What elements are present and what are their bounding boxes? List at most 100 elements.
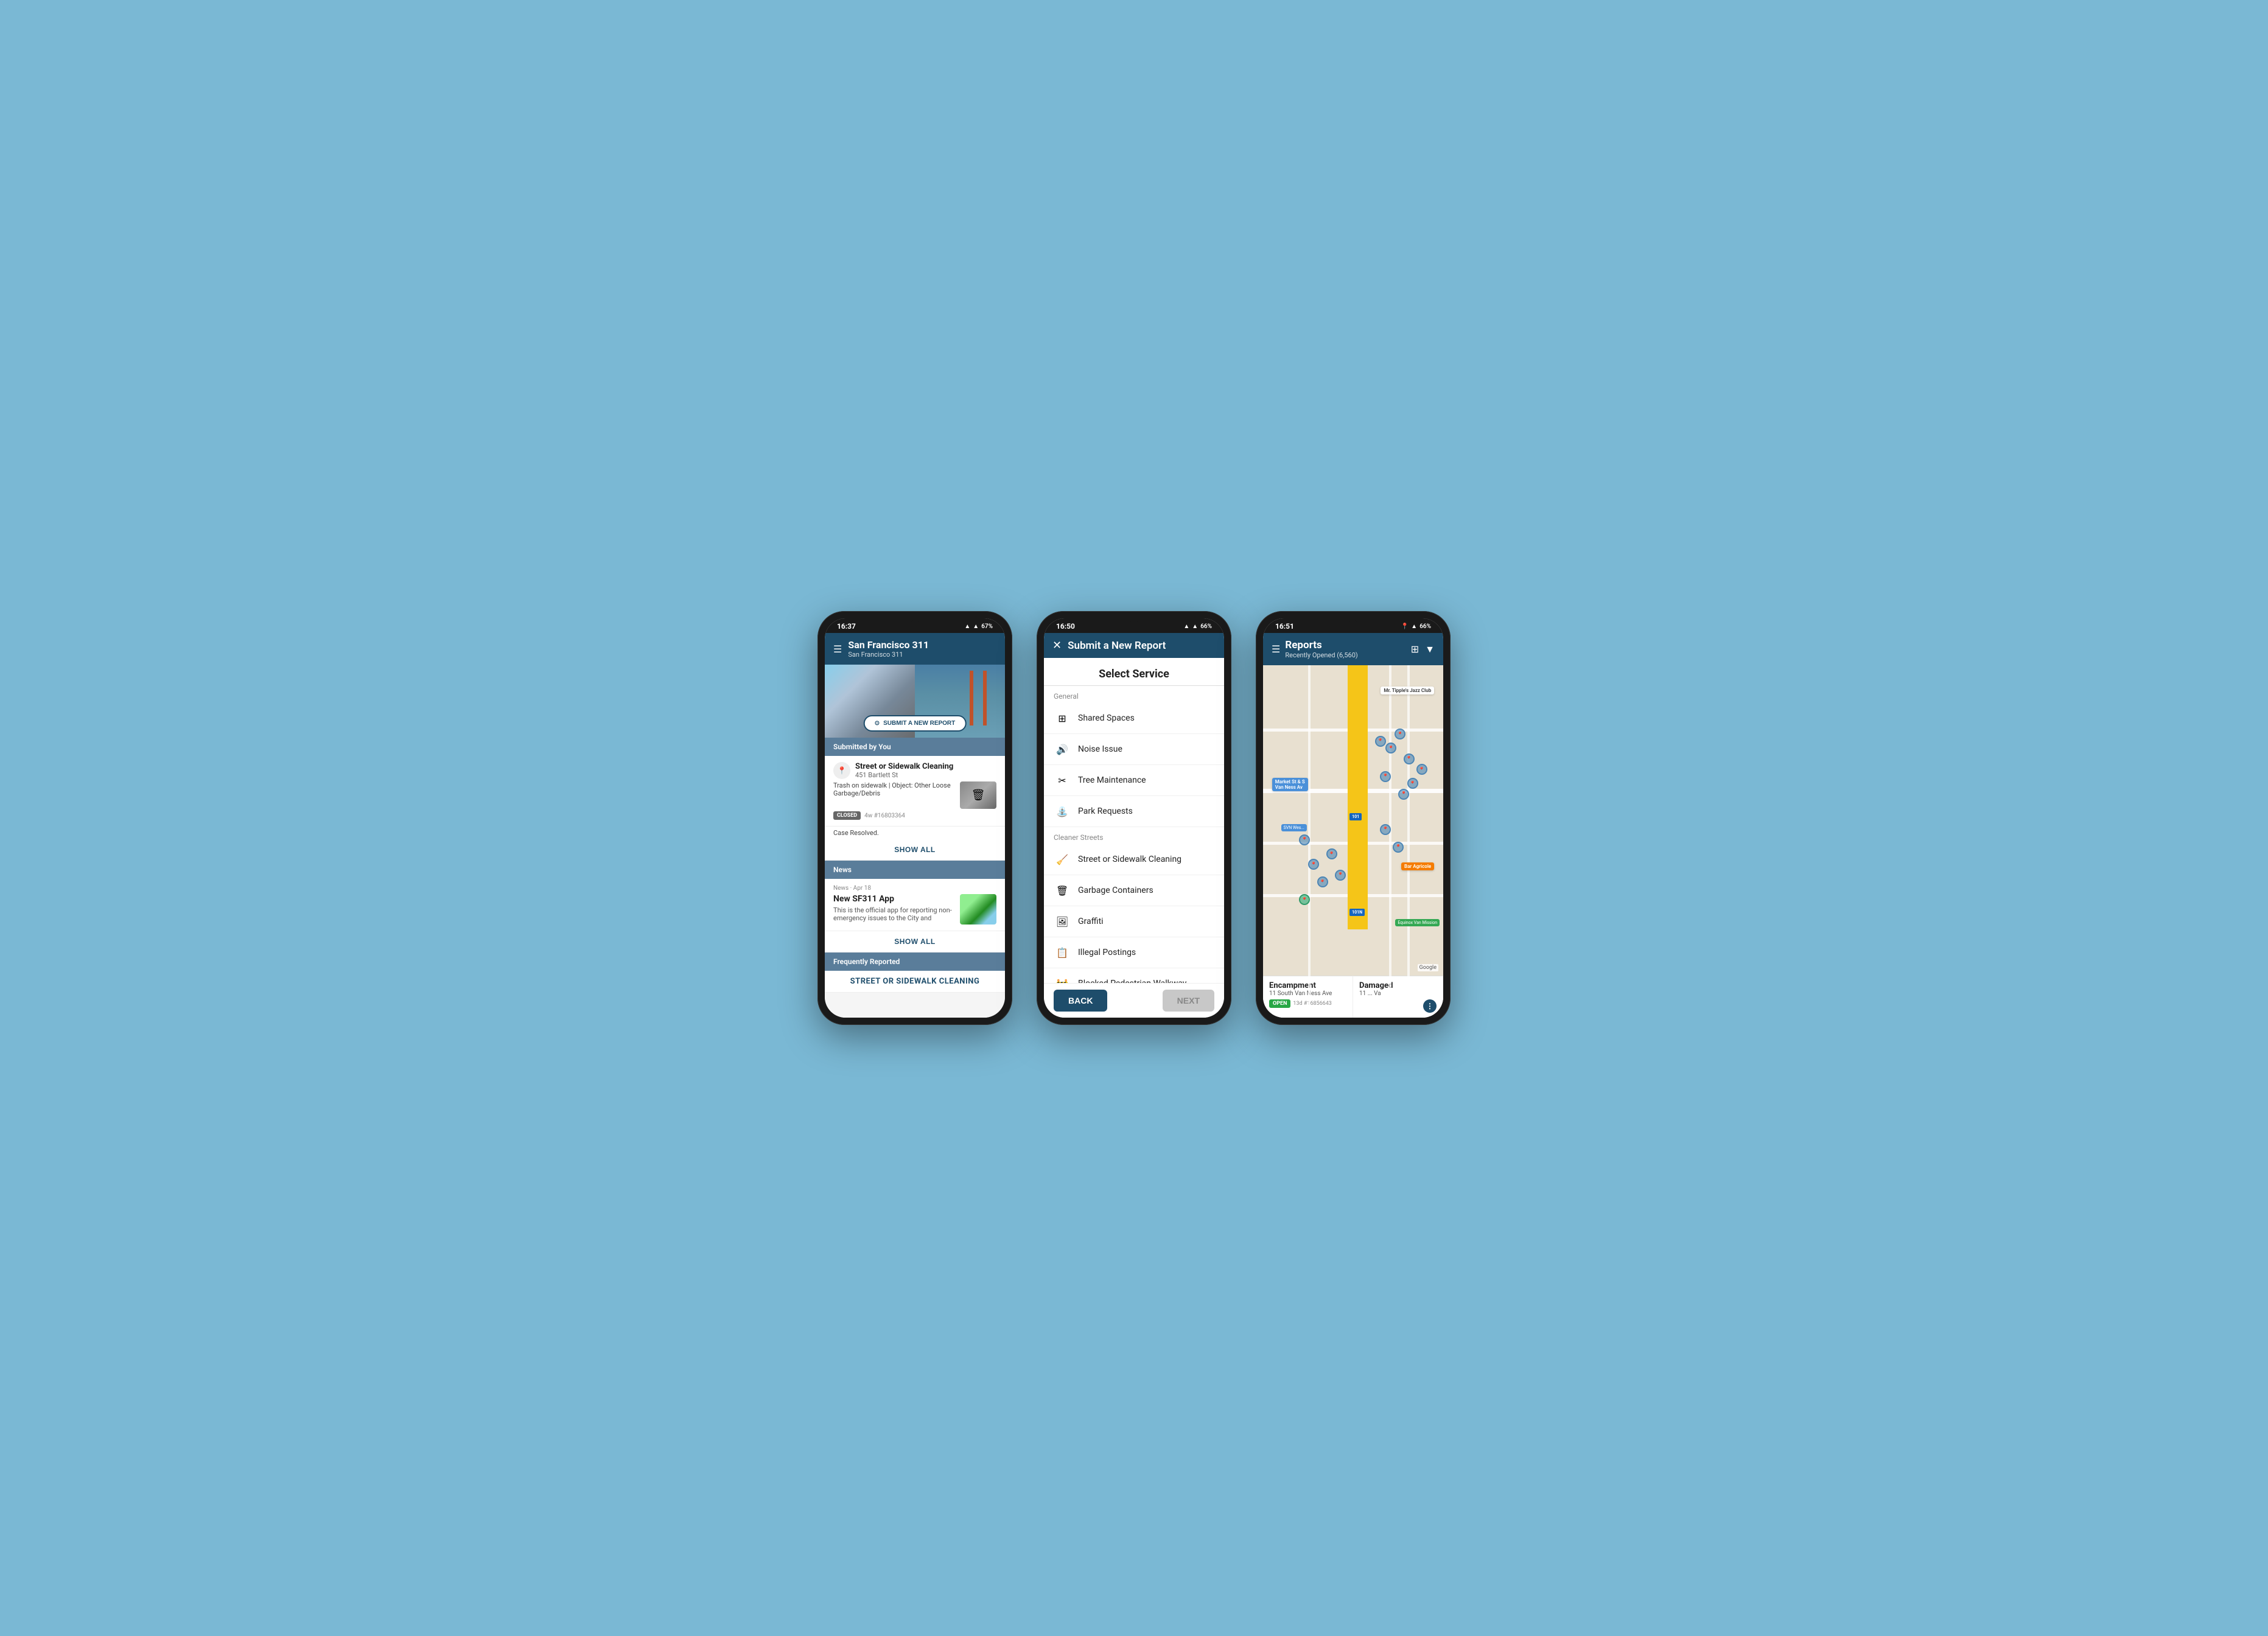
header-icons-3: ⊞ ▼ [1411,643,1435,655]
app-subtitle-1: San Francisco 311 [848,651,929,659]
wifi-icon-2: ▲ [1183,623,1189,630]
map-marker-15[interactable]: 📍 [1393,842,1404,853]
phone-1: 16:37 ▲ ▲ 67% ☰ San Francisco 311 San Fr… [817,611,1012,1025]
market-st-label: Market St & SVan Ness Av [1272,778,1308,791]
status-icons-1: ▲ ▲ 67% [964,623,993,630]
close-icon[interactable]: ✕ [1052,639,1062,652]
graffiti-icon: 🖼 [1054,914,1071,929]
phone2-footer: BACK NEXT [1044,983,1224,1018]
show-all-news-button[interactable]: SHOW ALL [825,931,1005,953]
map-marker-14[interactable]: 📍 [1380,824,1391,835]
street-v2 [1389,665,1391,1018]
street-cleaning-label: Street or Sidewalk Cleaning [1078,855,1181,864]
svn-label: SVN Wes... [1281,824,1307,831]
noise-label: Noise Issue [1078,744,1122,754]
back-button[interactable]: BACK [1054,990,1107,1012]
filter-icon[interactable]: ▼ [1425,643,1435,655]
news-section-header: News [825,861,1005,879]
shared-spaces-icon: ⊞ [1054,711,1071,725]
garbage-icon: 🗑 [1054,883,1071,898]
damaged-card-address: 11 ... Va [1359,990,1437,997]
signal-icon: ▲ [973,623,979,630]
general-section-label: General [1044,686,1224,703]
reports-title: Reports [1285,639,1405,651]
camera-notch-3 [1349,620,1357,627]
status-badge-closed: CLOSED [833,811,861,820]
service-noise-issue[interactable]: 🔊 Noise Issue [1044,734,1224,765]
target-icon: ⊙ [875,720,880,727]
service-park-requests[interactable]: ⛲ Park Requests [1044,796,1224,827]
postings-icon: 📋 [1054,945,1071,960]
phone-3: 16:51 📍 ▲ 66% ☰ Reports Recently Opened … [1256,611,1451,1025]
time-1: 16:37 [837,622,856,631]
service-street-cleaning[interactable]: 🧹 Street or Sidewalk Cleaning [1044,844,1224,875]
status-bar-3: 16:51 📍 ▲ 66% [1263,618,1443,633]
map-marker-7[interactable]: 📍 [1407,778,1418,789]
highway-shield: 101 [1349,813,1362,820]
map-marker-8[interactable]: 📍 [1416,764,1427,775]
service-tree-maintenance[interactable]: ✂ Tree Maintenance [1044,765,1224,796]
service-garbage-containers[interactable]: 🗑 Garbage Containers [1044,875,1224,906]
select-service-heading: Select Service [1044,658,1224,686]
menu-icon-3[interactable]: ☰ [1272,643,1280,655]
submit-new-report-button[interactable]: ⊙ SUBMIT A NEW REPORT [864,715,967,732]
map-marker-1[interactable]: 📍 [1375,736,1386,747]
status-bar-1: 16:37 ▲ ▲ 67% [825,618,1005,633]
park-label: Park Requests [1078,806,1133,816]
report-address: 451 Bartlett St [855,771,953,779]
highway-v2 [1357,665,1368,929]
grid-icon[interactable]: ⊞ [1411,643,1419,655]
news-title: New SF311 App [833,894,955,904]
freq-item-street-cleaning[interactable]: STREET OR SIDEWALK CLEANING [825,971,1005,993]
signal-icon-2: ▲ [1192,623,1198,630]
case-resolved-text: Case Resolved. [825,827,1005,839]
service-illegal-postings[interactable]: 📋 Illegal Postings [1044,937,1224,968]
more-options-button[interactable]: ⋮ [1423,999,1437,1013]
map-marker-5[interactable]: 📍 [1380,771,1391,782]
news-text: New SF311 App This is the official app f… [833,894,955,925]
graffiti-label: Graffiti [1078,917,1104,926]
time-3: 16:51 [1275,622,1294,631]
phone1-content: Submitted by You 📍 Street or Sidewalk Cl… [825,738,1005,1018]
broom-icon: 🧹 [1054,852,1071,867]
bridge-cable-2 [983,671,987,725]
walkway-icon: 🚧 [1054,976,1071,983]
show-all-submitted-button[interactable]: SHOW ALL [825,839,1005,861]
park-icon: ⛲ [1054,804,1071,819]
next-button[interactable]: NEXT [1163,990,1214,1012]
phones-container: 16:37 ▲ ▲ 67% ☰ San Francisco 311 San Fr… [817,611,1451,1025]
street-v3 [1407,665,1410,1018]
camera-notch-2 [1130,620,1138,627]
news-body-row: New SF311 App This is the official app f… [833,894,996,925]
map-marker-12[interactable]: 📍 [1326,848,1337,859]
hero-image: ⊙ SUBMIT A NEW REPORT [825,665,1005,738]
report-meta: CLOSED 4w #16803364 [833,811,996,820]
walkway-label: Blocked Pedestrian Walkway [1078,979,1186,983]
report-description: Trash on sidewalk | Object: Other Loose … [833,781,955,797]
menu-icon-1[interactable]: ☰ [833,643,842,655]
news-description: This is the official app for reporting n… [833,906,955,922]
map-marker-6[interactable]: 📍 [1398,789,1409,800]
map-background: 101 101N Mr. Tipple's Jazz Club Market S… [1263,665,1443,1018]
map-container[interactable]: 101 101N Mr. Tipple's Jazz Club Market S… [1263,665,1443,1018]
damaged-card[interactable]: Damaged 11 ... Va ⋮ [1353,976,1443,1018]
reports-subtitle: Recently Opened (6,560) [1285,651,1405,659]
app-header-3: ☰ Reports Recently Opened (6,560) ⊞ ▼ [1263,633,1443,665]
garbage-label: Garbage Containers [1078,886,1153,895]
report-location-icon: 📍 [833,762,850,779]
status-icons-3: 📍 ▲ 66% [1401,623,1431,630]
encampment-meta-text: 13d #16856643 [1293,1001,1331,1007]
header-text-3: Reports Recently Opened (6,560) [1285,639,1405,659]
report-body: Trash on sidewalk | Object: Other Loose … [833,781,996,809]
service-shared-spaces[interactable]: ⊞ Shared Spaces [1044,703,1224,734]
tree-label: Tree Maintenance [1078,775,1146,785]
submit-report-title: Submit a New Report [1068,640,1166,652]
service-graffiti[interactable]: 🖼 Graffiti [1044,906,1224,937]
noise-icon: 🔊 [1054,742,1071,757]
map-marker-4[interactable]: 📍 [1404,753,1415,764]
services-list: General ⊞ Shared Spaces 🔊 Noise Issue ✂ … [1044,686,1224,983]
news-date: News · Apr 18 [833,885,996,892]
service-blocked-walkway[interactable]: 🚧 Blocked Pedestrian Walkway [1044,968,1224,983]
map-marker-9[interactable]: 📍 [1299,834,1310,845]
battery-icon: 67% [981,623,993,630]
